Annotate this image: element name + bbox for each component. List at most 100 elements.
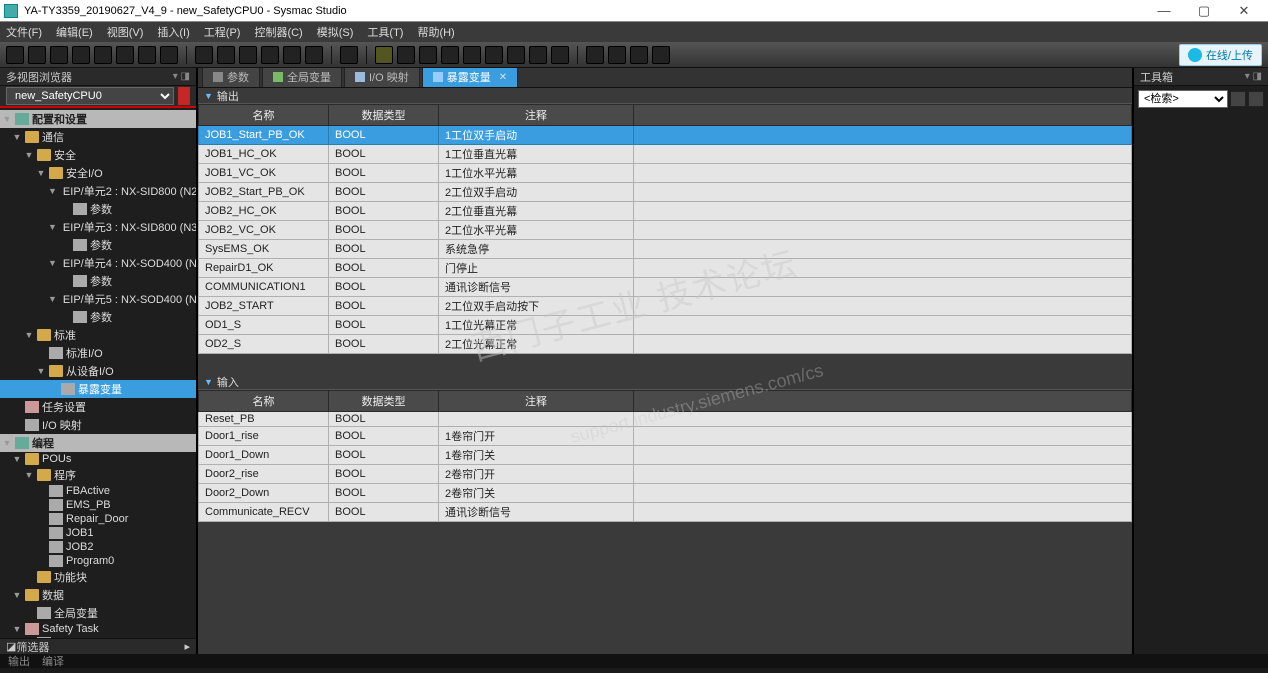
cell-comment[interactable]: 2工位双手启动按下 <box>439 297 634 316</box>
cell-type[interactable]: BOOL <box>329 145 439 164</box>
maximize-button[interactable]: ▢ <box>1184 3 1224 19</box>
cell-name[interactable]: Door1_Down <box>199 446 329 465</box>
tree-node[interactable]: EMS_PB <box>0 498 196 512</box>
grid-row[interactable]: Door2_DownBOOL2卷帘门关 <box>199 484 1132 503</box>
tree-node[interactable]: ▼编程 <box>0 434 196 452</box>
cell-empty[interactable] <box>634 316 1132 335</box>
cell-comment[interactable]: 1卷帘门关 <box>439 446 634 465</box>
cell-empty[interactable] <box>634 335 1132 354</box>
cell-comment[interactable]: 门停止 <box>439 259 634 278</box>
output-grid[interactable]: 名称数据类型注释JOB1_Start_PB_OKBOOL1工位双手启动JOB1_… <box>198 104 1132 354</box>
online-upload-button[interactable]: 在线/上传 <box>1179 44 1262 66</box>
menu-item[interactable]: 模拟(S) <box>317 24 354 40</box>
tool-search-icon[interactable] <box>283 46 301 64</box>
grid-row[interactable]: Door1_DownBOOL1卷帘门关 <box>199 446 1132 465</box>
cell-name[interactable]: Door1_rise <box>199 427 329 446</box>
cell-type[interactable]: BOOL <box>329 259 439 278</box>
cell-name[interactable]: JOB1_VC_OK <box>199 164 329 183</box>
menu-item[interactable]: 视图(V) <box>107 24 144 40</box>
tree-node[interactable]: FBActive <box>0 484 196 498</box>
tree-node[interactable]: ▼安全 <box>0 146 196 164</box>
cell-name[interactable]: OD2_S <box>199 335 329 354</box>
cell-comment[interactable]: 1工位光幕正常 <box>439 316 634 335</box>
cell-name[interactable]: JOB2_VC_OK <box>199 221 329 240</box>
filter-expand-icon[interactable]: ▸ <box>184 640 190 653</box>
menu-item[interactable]: 工程(P) <box>204 24 241 40</box>
menu-item[interactable]: 插入(I) <box>157 24 189 40</box>
cell-comment[interactable]: 2工位光幕正常 <box>439 335 634 354</box>
tool-undo-icon[interactable] <box>138 46 156 64</box>
menu-item[interactable]: 工具(T) <box>367 24 403 40</box>
cell-name[interactable]: JOB1_Start_PB_OK <box>199 126 329 145</box>
tree-node[interactable]: 标准I/O <box>0 344 196 362</box>
tree-node[interactable]: ▼标准 <box>0 326 196 344</box>
cell-empty[interactable] <box>634 278 1132 297</box>
tree-node[interactable]: ▼EIP/单元3 : NX-SID800 (N3 : In <box>0 218 196 236</box>
tool-link-icon[interactable] <box>261 46 279 64</box>
cell-empty[interactable] <box>634 183 1132 202</box>
input-grid[interactable]: 名称数据类型注释Reset_PBBOOLDoor1_riseBOOL1卷帘门开D… <box>198 390 1132 522</box>
tree-node[interactable]: 全局变量 <box>0 604 196 622</box>
grid-row[interactable]: Door1_riseBOOL1卷帘门开 <box>199 427 1132 446</box>
filter-bar[interactable]: ◪ 筛选器 ▸ <box>0 638 196 654</box>
tool-stop-icon[interactable] <box>305 46 323 64</box>
menu-item[interactable]: 帮助(H) <box>417 24 454 40</box>
toolbox-search-select[interactable]: <检索> <box>1138 90 1228 108</box>
grid-row[interactable]: JOB1_Start_PB_OKBOOL1工位双手启动 <box>199 126 1132 145</box>
grid-header[interactable]: 名称 <box>199 105 329 126</box>
editor-tab[interactable]: 参数 <box>202 66 260 87</box>
toolbox-search-icon[interactable] <box>1248 91 1264 107</box>
cell-comment[interactable]: 系统急停 <box>439 240 634 259</box>
tool-cut-icon[interactable] <box>72 46 90 64</box>
tool-run-icon[interactable] <box>397 46 415 64</box>
tree-node[interactable]: Repair_Door <box>0 512 196 526</box>
cell-comment[interactable]: 1工位水平光幕 <box>439 164 634 183</box>
tree-node[interactable]: ▼Safety Task <box>0 622 196 636</box>
cell-empty[interactable] <box>634 412 1132 427</box>
tool-cursor-icon[interactable] <box>340 46 358 64</box>
editor-tab[interactable]: 暴露变量✕ <box>422 66 518 87</box>
cell-comment[interactable]: 1工位垂直光幕 <box>439 145 634 164</box>
tool-copy-icon[interactable] <box>94 46 112 64</box>
tree-node[interactable]: I/O 映射 <box>0 416 196 434</box>
tree-node[interactable]: 功能块 <box>0 568 196 586</box>
tool-build-icon[interactable] <box>195 46 213 64</box>
editor-tab[interactable]: 全局变量 <box>262 66 342 87</box>
grid-header[interactable]: 名称 <box>199 391 329 412</box>
cell-empty[interactable] <box>634 145 1132 164</box>
cell-type[interactable]: BOOL <box>329 126 439 145</box>
tool-zoomout-icon[interactable] <box>630 46 648 64</box>
cell-comment[interactable]: 通讯诊断信号 <box>439 503 634 522</box>
grid-row[interactable]: JOB2_VC_OKBOOL2工位水平光幕 <box>199 221 1132 240</box>
tool-rebuild-icon[interactable] <box>217 46 235 64</box>
menu-item[interactable]: 控制器(C) <box>254 24 302 40</box>
menu-item[interactable]: 编辑(E) <box>56 24 93 40</box>
tree-node[interactable]: 参数 <box>0 308 196 326</box>
tool-warning-icon[interactable] <box>375 46 393 64</box>
cell-type[interactable]: BOOL <box>329 446 439 465</box>
grid-header[interactable]: 数据类型 <box>329 391 439 412</box>
cell-comment[interactable] <box>439 412 634 427</box>
cell-type[interactable]: BOOL <box>329 484 439 503</box>
tool-watch-icon[interactable] <box>507 46 525 64</box>
tool-stepover-icon[interactable] <box>441 46 459 64</box>
cell-type[interactable]: BOOL <box>329 278 439 297</box>
toolbox-clear-icon[interactable] <box>1230 91 1246 107</box>
cell-comment[interactable]: 2工位双手启动 <box>439 183 634 202</box>
grid-row[interactable]: Reset_PBBOOL <box>199 412 1132 427</box>
tool-paste-icon[interactable] <box>116 46 134 64</box>
cell-type[interactable]: BOOL <box>329 427 439 446</box>
tree-node[interactable]: ▼EIP/单元2 : NX-SID800 (N2 : In <box>0 182 196 200</box>
cell-comment[interactable]: 2卷帘门开 <box>439 465 634 484</box>
cell-type[interactable]: BOOL <box>329 221 439 240</box>
grid-row[interactable]: RepairD1_OKBOOL门停止 <box>199 259 1132 278</box>
tool-new-icon[interactable] <box>6 46 24 64</box>
cell-name[interactable]: JOB2_HC_OK <box>199 202 329 221</box>
cell-name[interactable]: SysEMS_OK <box>199 240 329 259</box>
cell-type[interactable]: BOOL <box>329 202 439 221</box>
cell-type[interactable]: BOOL <box>329 183 439 202</box>
tree-node[interactable]: JOB2 <box>0 540 196 554</box>
cell-name[interactable]: JOB1_HC_OK <box>199 145 329 164</box>
cell-empty[interactable] <box>634 259 1132 278</box>
tree-node[interactable]: JOB1 <box>0 526 196 540</box>
